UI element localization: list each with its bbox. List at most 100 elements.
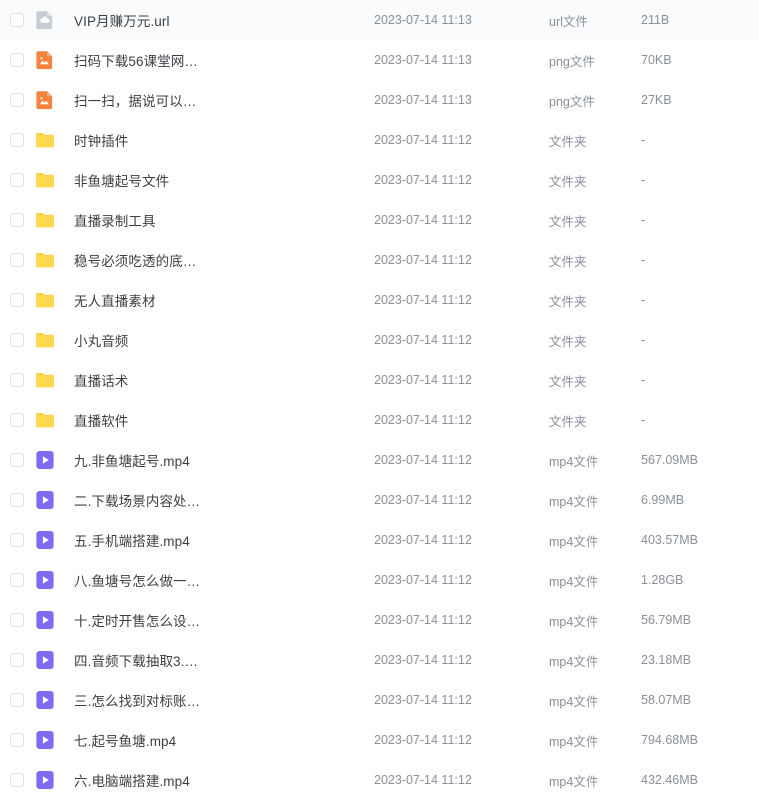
file-select-checkbox[interactable]: [10, 493, 24, 507]
file-icon-cell: [34, 689, 62, 711]
folder-icon: [36, 132, 54, 148]
file-icon-cell: [34, 529, 62, 551]
file-row[interactable]: VIP月赚万元.url 2023-07-14 11:13 url文件 211B: [0, 0, 759, 40]
file-select-checkbox[interactable]: [10, 373, 24, 387]
file-row-checkbox-cell[interactable]: [0, 653, 34, 667]
file-row[interactable]: 直播话术 2023-07-14 11:12 文件夹 -: [0, 360, 759, 400]
file-row[interactable]: 九.非鱼塘起号.mp4 2023-07-14 11:12 mp4文件 567.09MB: [0, 440, 759, 480]
file-name[interactable]: 稳号必须吃透的底层逻辑: [62, 250, 207, 270]
file-name[interactable]: 五.手机端搭建.mp4: [62, 530, 207, 550]
file-row-checkbox-cell[interactable]: [0, 613, 34, 627]
file-select-checkbox[interactable]: [10, 573, 24, 587]
file-row-checkbox-cell[interactable]: [0, 293, 34, 307]
file-row-checkbox-cell[interactable]: [0, 733, 34, 747]
folder-icon: [36, 172, 54, 188]
file-name[interactable]: VIP月赚万元.url: [62, 10, 207, 30]
file-select-checkbox[interactable]: [10, 653, 24, 667]
file-row[interactable]: 六.电脑端搭建.mp4 2023-07-14 11:12 mp4文件 432.46MB: [0, 760, 759, 800]
file-row-checkbox-cell[interactable]: [0, 13, 34, 27]
file-name[interactable]: 七.起号鱼塘.mp4: [62, 730, 207, 750]
file-row[interactable]: 时钟插件 2023-07-14 11:12 文件夹 -: [0, 120, 759, 160]
file-modified-date: 2023-07-14 11:13: [374, 13, 472, 27]
file-row[interactable]: 无人直播素材 2023-07-14 11:12 文件夹 -: [0, 280, 759, 320]
video-file-icon: [36, 531, 54, 549]
file-name[interactable]: 四.音频下载抽取3.mp4: [62, 650, 207, 670]
file-name[interactable]: 二.下载场景内容处理2.mp4: [62, 490, 207, 510]
file-row-checkbox-cell[interactable]: [0, 93, 34, 107]
file-name[interactable]: 小丸音频: [62, 330, 207, 350]
file-row-checkbox-cell[interactable]: [0, 413, 34, 427]
file-select-checkbox[interactable]: [10, 773, 24, 787]
file-row[interactable]: 七.起号鱼塘.mp4 2023-07-14 11:12 mp4文件 794.68MB: [0, 720, 759, 760]
file-type: mp4文件: [549, 534, 599, 549]
file-row-checkbox-cell[interactable]: [0, 493, 34, 507]
file-select-checkbox[interactable]: [10, 733, 24, 747]
file-select-checkbox[interactable]: [10, 133, 24, 147]
file-row[interactable]: 五.手机端搭建.mp4 2023-07-14 11:12 mp4文件 403.57MB: [0, 520, 759, 560]
file-row-checkbox-cell[interactable]: [0, 253, 34, 267]
file-row-checkbox-cell[interactable]: [0, 693, 34, 707]
file-select-checkbox[interactable]: [10, 53, 24, 67]
file-row[interactable]: 直播软件 2023-07-14 11:12 文件夹 -: [0, 400, 759, 440]
file-type: mp4文件: [549, 494, 599, 509]
file-row-checkbox-cell[interactable]: [0, 453, 34, 467]
file-select-checkbox[interactable]: [10, 213, 24, 227]
file-row-checkbox-cell[interactable]: [0, 53, 34, 67]
video-file-icon: [36, 571, 54, 589]
file-select-checkbox[interactable]: [10, 613, 24, 627]
file-name[interactable]: 三.怎么找到对标账号链接.mp4: [62, 690, 207, 710]
file-row-checkbox-cell[interactable]: [0, 373, 34, 387]
file-row[interactable]: 十.定时开售怎么设置.mp4 2023-07-14 11:12 mp4文件 56.79…: [0, 600, 759, 640]
file-icon-cell: [34, 569, 62, 591]
file-row[interactable]: 二.下载场景内容处理2.mp4 2023-07-14 11:12 mp4文件 6.99…: [0, 480, 759, 520]
file-row-checkbox-cell[interactable]: [0, 213, 34, 227]
folder-icon: [36, 292, 54, 308]
image-file-icon: [36, 91, 53, 110]
file-row[interactable]: 三.怎么找到对标账号链接.mp4 2023-07-14 11:12 mp4文件 58.…: [0, 680, 759, 720]
file-row[interactable]: 小丸音频 2023-07-14 11:12 文件夹 -: [0, 320, 759, 360]
file-row[interactable]: 稳号必须吃透的底层逻辑 2023-07-14 11:12 文件夹 -: [0, 240, 759, 280]
file-name[interactable]: 扫一扫，据说可以月赚万元.png: [62, 90, 207, 110]
file-select-checkbox[interactable]: [10, 333, 24, 347]
file-select-checkbox[interactable]: [10, 533, 24, 547]
file-row-checkbox-cell[interactable]: [0, 573, 34, 587]
file-row-checkbox-cell[interactable]: [0, 773, 34, 787]
file-name[interactable]: 八.鱼塘号怎么做一场拉爆.mp4: [62, 570, 207, 590]
file-row-checkbox-cell[interactable]: [0, 533, 34, 547]
file-select-checkbox[interactable]: [10, 293, 24, 307]
file-name[interactable]: 六.电脑端搭建.mp4: [62, 770, 207, 790]
file-row[interactable]: 非鱼塘起号文件 2023-07-14 11:12 文件夹 -: [0, 160, 759, 200]
file-select-checkbox[interactable]: [10, 93, 24, 107]
file-size: -: [641, 253, 646, 267]
file-row[interactable]: 八.鱼塘号怎么做一场拉爆.mp4 2023-07-14 11:12 mp4文件 1.2…: [0, 560, 759, 600]
file-name[interactable]: 无人直播素材: [62, 290, 207, 310]
file-type: 文件夹: [549, 374, 587, 389]
file-name[interactable]: 直播话术: [62, 370, 207, 390]
file-icon-cell: [34, 249, 62, 271]
file-name[interactable]: 直播录制工具: [62, 210, 207, 230]
file-size: 211B: [641, 13, 670, 27]
file-row[interactable]: 扫码下载56课堂网APP.png 2023-07-14 11:13 png文件 70K…: [0, 40, 759, 80]
file-name[interactable]: 时钟插件: [62, 130, 207, 150]
folder-icon: [36, 412, 54, 428]
file-name[interactable]: 九.非鱼塘起号.mp4: [62, 450, 207, 470]
file-select-checkbox[interactable]: [10, 253, 24, 267]
file-name[interactable]: 直播软件: [62, 410, 207, 430]
file-name[interactable]: 非鱼塘起号文件: [62, 170, 207, 190]
file-select-checkbox[interactable]: [10, 173, 24, 187]
file-row-checkbox-cell[interactable]: [0, 133, 34, 147]
file-name[interactable]: 扫码下载56课堂网APP.png: [62, 50, 207, 70]
file-name[interactable]: 十.定时开售怎么设置.mp4: [62, 610, 207, 630]
file-modified-date: 2023-07-14 11:12: [374, 333, 472, 347]
file-row-checkbox-cell[interactable]: [0, 333, 34, 347]
file-row[interactable]: 扫一扫，据说可以月赚万元.png 2023-07-14 11:13 png文件 27K…: [0, 80, 759, 120]
file-size: -: [641, 373, 646, 387]
file-row[interactable]: 直播录制工具 2023-07-14 11:12 文件夹 -: [0, 200, 759, 240]
file-row-checkbox-cell[interactable]: [0, 173, 34, 187]
file-row[interactable]: 四.音频下载抽取3.mp4 2023-07-14 11:12 mp4文件 23.18M…: [0, 640, 759, 680]
file-size: -: [641, 413, 646, 427]
file-select-checkbox[interactable]: [10, 13, 24, 27]
file-select-checkbox[interactable]: [10, 453, 24, 467]
file-select-checkbox[interactable]: [10, 693, 24, 707]
file-select-checkbox[interactable]: [10, 413, 24, 427]
